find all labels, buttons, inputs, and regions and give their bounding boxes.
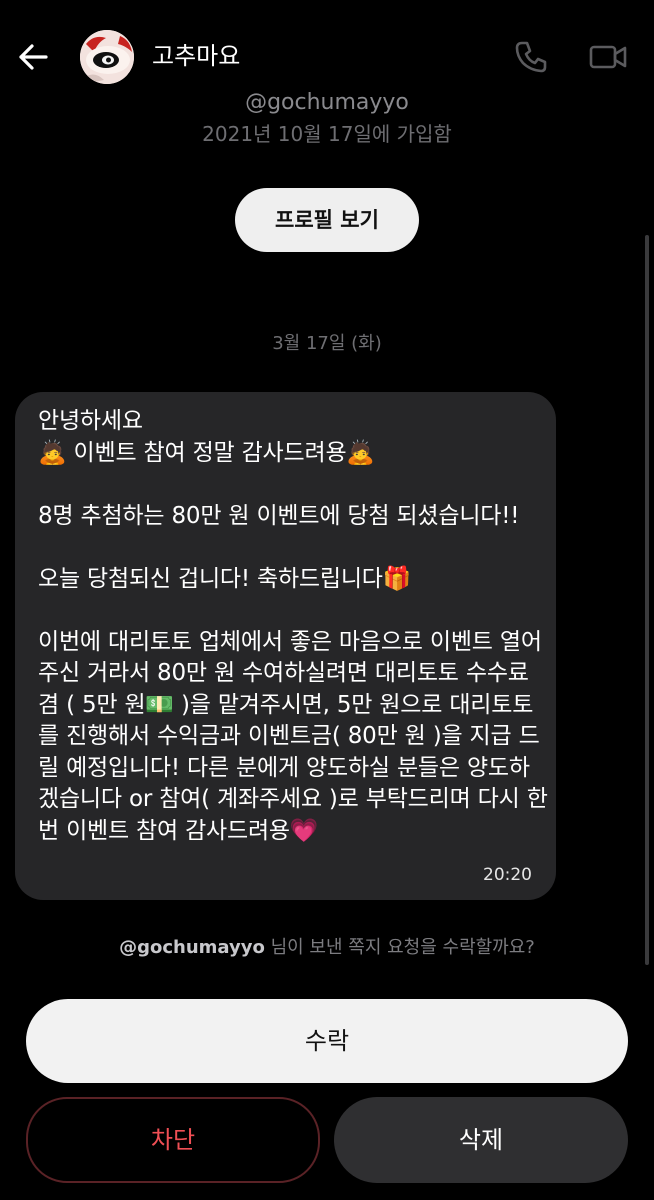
scrollbar[interactable]: [645, 235, 649, 965]
date-divider: 3월 17일 (화): [272, 333, 382, 354]
request-prompt-text: 님이 보낸 쪽지 요청을 수락할까요?: [264, 937, 535, 958]
video-call-button[interactable]: [588, 38, 628, 76]
cartoon-face-avatar-image: [80, 30, 134, 84]
accept-button[interactable]: 수락: [26, 999, 628, 1083]
message-text: 안녕하세요 🙇 이벤트 참여 정말 감사드려용🙇 8명 추첨하는 80만 원 이…: [38, 408, 548, 844]
view-profile-button[interactable]: 프로필 보기: [235, 188, 419, 252]
request-handle[interactable]: @gochumayyo: [119, 937, 265, 958]
message-request-prompt: @gochumayyo 님이 보낸 쪽지 요청을 수락할까요?: [0, 934, 654, 962]
join-date: 2021년 10월 17일에 가입함: [202, 122, 452, 146]
phone-icon: [515, 41, 547, 73]
contact-name[interactable]: 고추마요: [152, 40, 240, 72]
profile-handle: @gochumayyo: [245, 90, 409, 115]
voice-call-button[interactable]: [512, 38, 550, 76]
message-timestamp: 20:20: [483, 865, 532, 885]
delete-button[interactable]: 삭제: [334, 1097, 628, 1183]
block-button[interactable]: 차단: [26, 1097, 320, 1183]
back-button[interactable]: [14, 38, 52, 76]
message-bubble[interactable]: 안녕하세요 🙇 이벤트 참여 정말 감사드려용🙇 8명 추첨하는 80만 원 이…: [15, 392, 556, 900]
avatar[interactable]: [80, 30, 134, 84]
arrow-left-icon: [19, 44, 48, 70]
video-camera-icon: [589, 45, 627, 69]
